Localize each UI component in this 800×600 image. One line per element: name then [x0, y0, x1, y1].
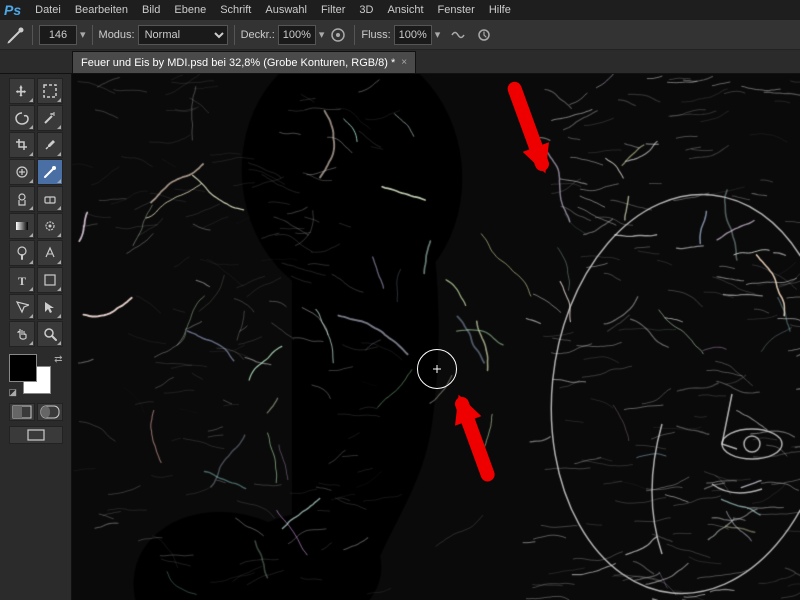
- healing-tool[interactable]: [9, 159, 35, 185]
- mode-select[interactable]: Normal: [138, 25, 228, 45]
- screen-mode-button[interactable]: [9, 426, 63, 444]
- move-tool[interactable]: [9, 78, 35, 104]
- default-colors-icon[interactable]: ◪: [9, 387, 18, 398]
- gradient-tool[interactable]: [9, 213, 35, 239]
- selection-tool[interactable]: [37, 78, 63, 104]
- menu-fenster[interactable]: Fenster: [432, 2, 481, 18]
- foreground-color-swatch[interactable]: [9, 354, 37, 382]
- flow-input[interactable]: [394, 25, 432, 45]
- crop-tool[interactable]: [9, 132, 35, 158]
- opacity-label: Deckr.:: [241, 29, 275, 41]
- airbrush-toggle[interactable]: [328, 25, 348, 45]
- quick-mask-on[interactable]: [37, 403, 63, 421]
- svg-text:T: T: [18, 274, 26, 287]
- menu-bearbeiten[interactable]: Bearbeiten: [69, 2, 134, 18]
- brush-preset-control: ▾: [39, 25, 86, 45]
- tools-panel: T: [0, 74, 72, 600]
- document-tab[interactable]: Feuer und Eis by MDI.psd bei 32,8% (Grob…: [72, 51, 416, 73]
- toolbar-sep-1: [32, 25, 33, 45]
- tool-row-4: [9, 159, 63, 185]
- smoothing-icon[interactable]: [448, 25, 468, 45]
- tool-row-mask: [9, 403, 63, 421]
- blur-tool[interactable]: [37, 213, 63, 239]
- menu-auswahl[interactable]: Auswahl: [259, 2, 313, 18]
- app-logo: Ps: [4, 2, 21, 18]
- tablet-pressure-icon[interactable]: [474, 25, 494, 45]
- toolbar-sep-3: [234, 25, 235, 45]
- tab-bar: Feuer und Eis by MDI.psd bei 32,8% (Grob…: [0, 50, 800, 74]
- main-area: T: [0, 74, 800, 600]
- eraser-tool[interactable]: [37, 186, 63, 212]
- tool-row-9: [9, 294, 63, 320]
- brush-size-input[interactable]: [39, 25, 77, 45]
- tab-title: Feuer und Eis by MDI.psd bei 32,8% (Grob…: [81, 57, 395, 69]
- tool-row-5: [9, 186, 63, 212]
- lasso-tool[interactable]: [9, 105, 35, 131]
- shape-tool[interactable]: [37, 267, 63, 293]
- magic-wand-tool[interactable]: [37, 105, 63, 131]
- menu-ansicht[interactable]: Ansicht: [381, 2, 429, 18]
- opacity-control: Deckr.: ▾: [241, 25, 325, 45]
- tool-row-7: [9, 240, 63, 266]
- flow-control: Fluss: ▾: [361, 25, 440, 45]
- canvas-area: [72, 74, 800, 600]
- menu-filter[interactable]: Filter: [315, 2, 351, 18]
- menu-bar: Ps Datei Bearbeiten Bild Ebene Schrift A…: [0, 0, 800, 20]
- path-select-tool[interactable]: [9, 294, 35, 320]
- tool-row-8: T: [9, 267, 63, 293]
- mode-label: Modus:: [99, 29, 135, 41]
- options-toolbar: ▾ Modus: Normal Deckr.: ▾ Fluss: ▾: [0, 20, 800, 50]
- menu-datei[interactable]: Datei: [29, 2, 67, 18]
- clone-stamp-tool[interactable]: [9, 186, 35, 212]
- opacity-input[interactable]: [278, 25, 316, 45]
- menu-bild[interactable]: Bild: [136, 2, 166, 18]
- menu-ebene[interactable]: Ebene: [168, 2, 212, 18]
- brush-preset-arrow[interactable]: ▾: [80, 28, 86, 41]
- opacity-arrow[interactable]: ▾: [319, 28, 325, 41]
- zoom-tool[interactable]: [37, 321, 63, 347]
- tool-row-6: [9, 213, 63, 239]
- mode-control: Modus: Normal: [99, 25, 228, 45]
- hand-tool[interactable]: [9, 321, 35, 347]
- swap-colors-icon[interactable]: ⇄: [54, 354, 62, 365]
- pen-tool[interactable]: [37, 240, 63, 266]
- document-canvas[interactable]: [72, 74, 800, 600]
- flow-label: Fluss:: [361, 29, 390, 41]
- menu-schrift[interactable]: Schrift: [214, 2, 257, 18]
- tool-row-10: [9, 321, 63, 347]
- toolbar-sep-2: [92, 25, 93, 45]
- tool-row-3: [9, 132, 63, 158]
- quick-mask-off[interactable]: [9, 403, 35, 421]
- tab-close-button[interactable]: ×: [401, 57, 407, 68]
- menu-3d[interactable]: 3D: [353, 2, 379, 18]
- eyedropper-tool[interactable]: [37, 132, 63, 158]
- menu-hilfe[interactable]: Hilfe: [483, 2, 517, 18]
- tool-row-1: [9, 78, 63, 104]
- type-tool[interactable]: T: [9, 267, 35, 293]
- color-swatches: ⇄ ◪: [9, 354, 63, 398]
- brush-tool[interactable]: [37, 159, 63, 185]
- brush-tool-icon[interactable]: [6, 25, 26, 45]
- toolbar-sep-4: [354, 25, 355, 45]
- direct-select-tool[interactable]: [37, 294, 63, 320]
- dodge-tool[interactable]: [9, 240, 35, 266]
- flow-arrow[interactable]: ▾: [435, 28, 441, 41]
- tool-row-2: [9, 105, 63, 131]
